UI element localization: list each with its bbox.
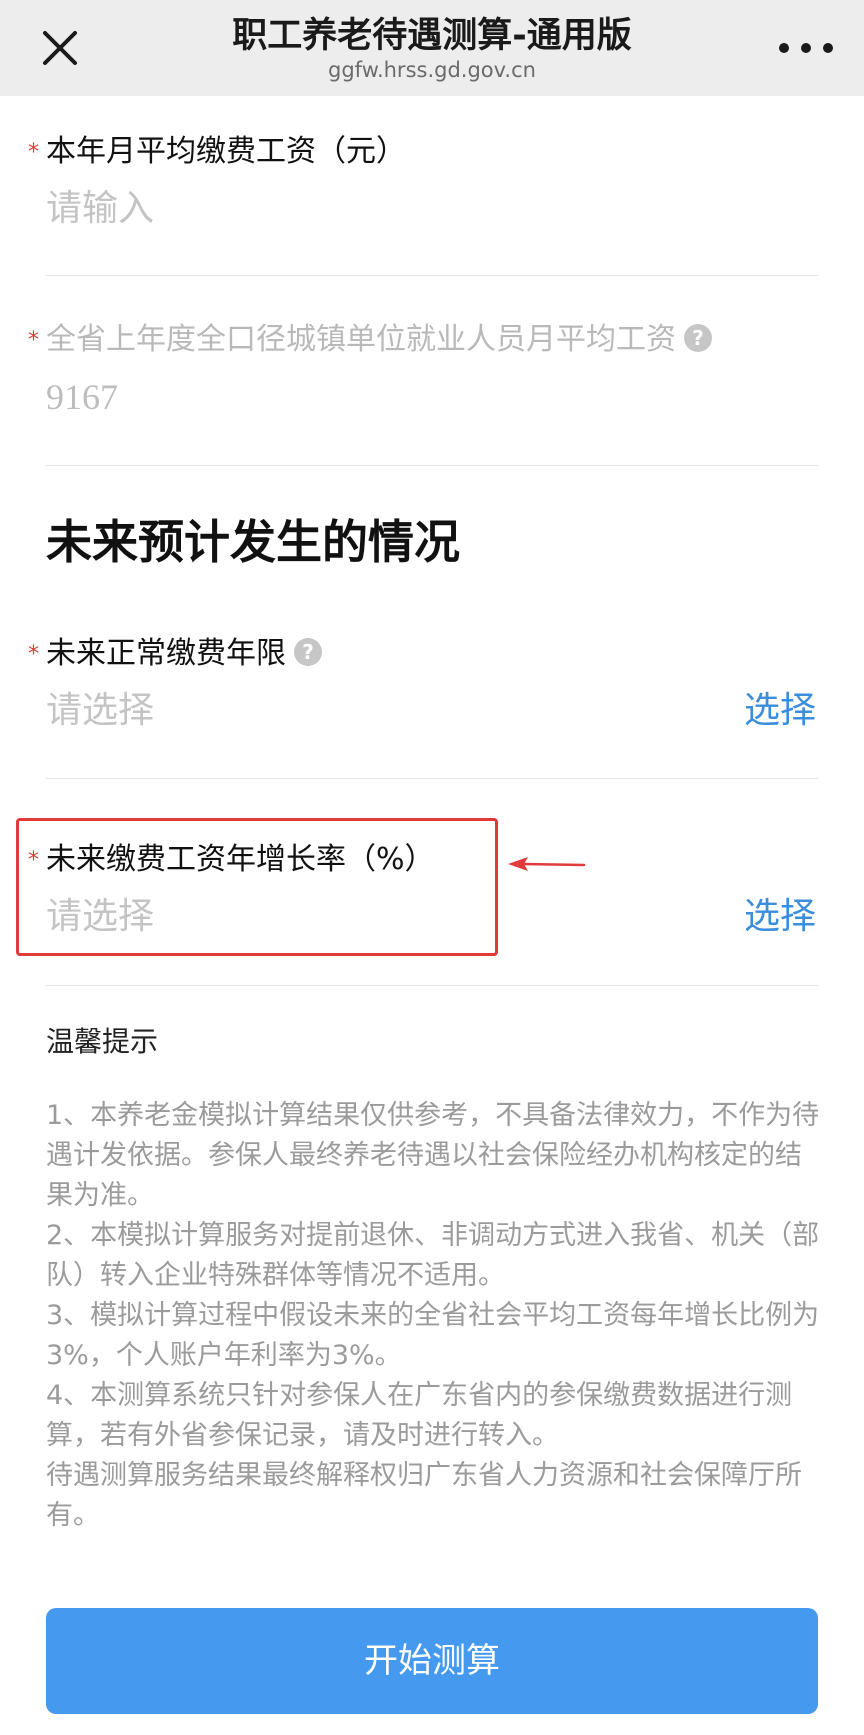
contribution-years-label: 未来正常缴费年限? xyxy=(46,634,322,674)
tips-body: 1、本养老金模拟计算结果仅供参考，不具备法律效力，不作为待遇计发依据。参保人最终… xyxy=(46,1096,826,1536)
monthly-wage-field: * 本年月平均缴费工资（元） 请输入 xyxy=(0,130,864,276)
contribution-years-select-button[interactable]: 选择 xyxy=(744,688,816,734)
divider xyxy=(46,465,818,466)
start-calculation-button[interactable]: 开始测算 xyxy=(46,1608,818,1714)
tip-item: 1、本养老金模拟计算结果仅供参考，不具备法律效力，不作为待遇计发依据。参保人最终… xyxy=(46,1100,820,1211)
required-mark: * xyxy=(28,328,39,353)
divider xyxy=(46,985,818,986)
divider xyxy=(46,778,818,779)
more-icon[interactable] xyxy=(776,36,840,60)
page-title: 职工养老待遇测算-通用版 xyxy=(232,16,632,56)
contribution-years-select[interactable]: 请选择 xyxy=(46,688,154,734)
annotation-arrow-icon xyxy=(506,852,586,876)
top-nav-bar: 职工养老待遇测算-通用版 ggfw.hrss.gd.gov.cn xyxy=(0,0,864,96)
tip-item: 4、本测算系统只针对参保人在广东省内的参保缴费数据进行测算，若有外省参保记录，请… xyxy=(46,1380,793,1451)
monthly-wage-input[interactable]: 请输入 xyxy=(46,186,154,232)
help-icon[interactable]: ? xyxy=(684,323,712,352)
monthly-wage-label: 本年月平均缴费工资（元） xyxy=(46,134,406,169)
tip-item: 2、本模拟计算服务对提前退休、非调动方式进入我省、机关（部队）转入企业特殊群体等… xyxy=(46,1220,820,1291)
annotation-highlight-box xyxy=(16,818,498,956)
tip-item: 3、模拟计算过程中假设未来的全省社会平均工资每年增长比例为3%，个人账户年利率为… xyxy=(46,1300,820,1371)
page-domain: ggfw.hrss.gd.gov.cn xyxy=(328,58,536,82)
tips-title: 温馨提示 xyxy=(46,1025,159,1058)
wage-growth-rate-select-button[interactable]: 选择 xyxy=(744,894,816,940)
province-avg-wage-label-text: 全省上年度全口径城镇单位就业人员月平均工资 xyxy=(46,322,676,357)
province-avg-wage-field: * 全省上年度全口径城镇单位就业人员月平均工资? 9167 xyxy=(0,318,864,466)
province-avg-wage-value: 9167 xyxy=(46,377,118,417)
tip-item: 待遇测算服务结果最终解释权归广东省人力资源和社会保障厅所有。 xyxy=(46,1460,802,1531)
province-avg-wage-label: 全省上年度全口径城镇单位就业人员月平均工资? xyxy=(46,320,712,360)
help-icon[interactable]: ? xyxy=(294,637,322,666)
divider xyxy=(46,275,818,276)
section-title: 未来预计发生的情况 xyxy=(46,515,460,569)
contribution-years-label-text: 未来正常缴费年限 xyxy=(46,636,286,671)
contribution-years-field: * 未来正常缴费年限? 请选择 选择 xyxy=(0,632,864,780)
required-mark: * xyxy=(28,642,39,667)
required-mark: * xyxy=(28,140,39,165)
